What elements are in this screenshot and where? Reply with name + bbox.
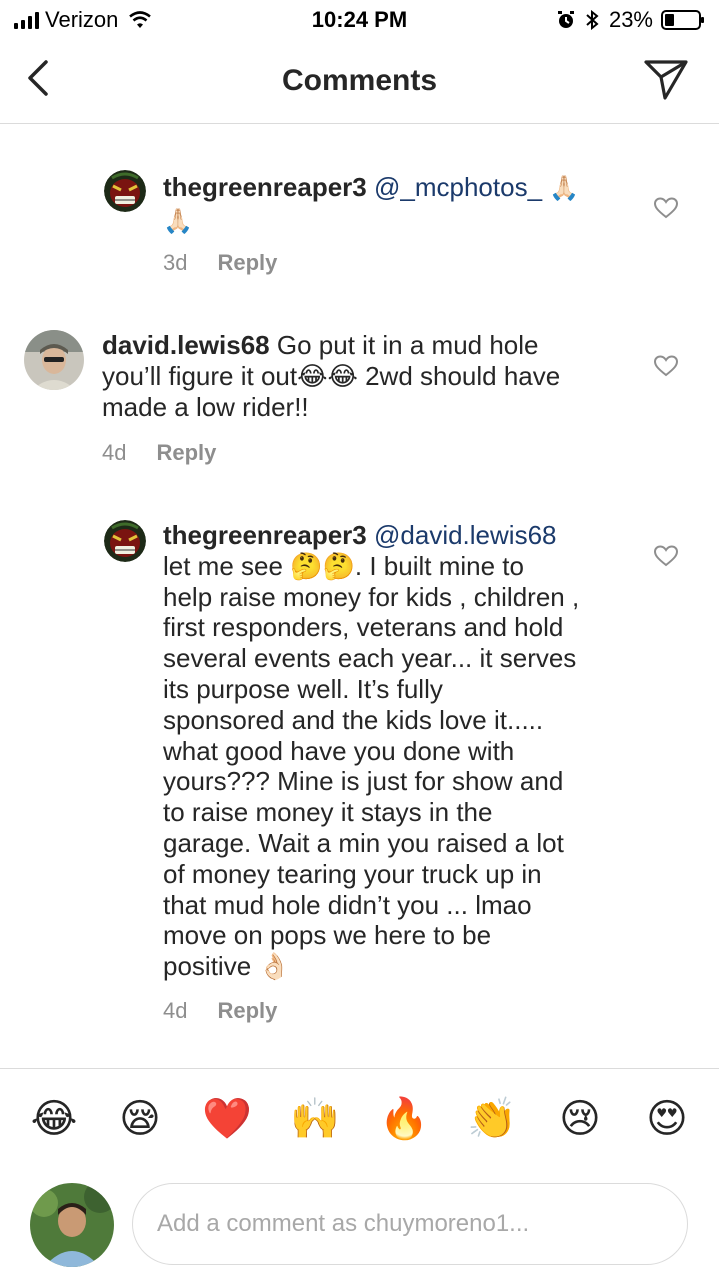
quick-reaction-heart[interactable]: ❤️	[199, 1091, 255, 1147]
battery-percent: 23%	[608, 7, 653, 32]
alarm-icon	[557, 11, 574, 28]
comment-line: you’ll figure it out😂😂 2wd should have	[102, 360, 561, 391]
send-icon[interactable]	[643, 58, 689, 100]
comments-screen: Verizon 10:24 PM 23% Comments thegreenre…	[0, 0, 719, 1279]
comment-mention[interactable]: @david.lewis68	[374, 520, 556, 550]
quick-reaction-heart-eyes[interactable]: 😍	[639, 1091, 695, 1147]
comment-meta: 4d Reply	[102, 440, 216, 466]
comment-item: thegreenreaper3 @david.lewis68 let me se…	[0, 510, 719, 1030]
comment-meta: 3d Reply	[163, 250, 277, 276]
quick-reaction-sleepy[interactable]: 😪	[112, 1091, 168, 1147]
comment-line: made a low rider!!	[102, 391, 309, 422]
comment-line: first responders, veterans and hold	[163, 612, 564, 643]
comment-input[interactable]	[132, 1183, 688, 1265]
quick-reaction-row: 😂 😪 ❤️ 🙌 🔥 👏 😢 😍	[0, 1091, 719, 1151]
comment-line: move on pops we here to be	[163, 920, 492, 951]
comment-time: 4d	[102, 440, 127, 465]
comment-username[interactable]: david.lewis68	[102, 330, 270, 360]
bluetooth-icon	[586, 10, 599, 30]
comment-item: thegreenreaper3 @_mcphotos_ 🙏🏻 🙏🏻 3d Rep…	[0, 160, 719, 280]
comment-username[interactable]: thegreenreaper3	[163, 172, 367, 202]
comment-line: help raise money for kids , children ,	[163, 581, 580, 612]
reply-button[interactable]: Reply	[217, 250, 277, 276]
comment-line: that mud hole didn’t you ... lmao	[163, 889, 532, 920]
quick-reaction-raised-hands[interactable]: 🙌	[287, 1091, 343, 1147]
comment-emoji: 🙏🏻	[163, 207, 193, 235]
comment-line: what good have you done with	[163, 735, 515, 766]
comment-meta: 4d Reply	[163, 998, 277, 1024]
reply-button[interactable]: Reply	[156, 440, 216, 466]
comment-line: its purpose well. It’s fully	[163, 673, 443, 704]
comment-line: of money tearing your truck up in	[163, 858, 542, 889]
comment-line: garage. Wait a min you raised a lot	[163, 827, 564, 858]
page-title: Comments	[281, 64, 438, 97]
my-avatar	[30, 1183, 114, 1267]
comment-text: thegreenreaper3 @_mcphotos_ 🙏🏻 🙏🏻	[163, 172, 623, 238]
comment-time: 3d	[163, 250, 188, 275]
battery-icon	[661, 10, 704, 30]
comment-time: 4d	[163, 998, 188, 1023]
comment-username[interactable]: thegreenreaper3	[163, 520, 367, 550]
quick-reaction-clapping[interactable]: 👏	[464, 1091, 520, 1147]
reply-button[interactable]: Reply	[217, 998, 277, 1024]
comment-text: david.lewis68 Go put it in a mud hole yo…	[102, 330, 632, 422]
comment-line: let me see 🤔🤔. I built mine to	[163, 550, 524, 581]
heart-icon[interactable]	[653, 544, 679, 568]
status-bar: Verizon 10:24 PM 23%	[0, 0, 719, 40]
quick-reaction-laughing[interactable]: 😂	[26, 1091, 82, 1147]
comment-line: sponsored and the kids love it.....	[163, 704, 544, 735]
quick-reaction-crying[interactable]: 😢	[552, 1091, 608, 1147]
comment-emoji: 🙏🏻	[549, 175, 580, 202]
quick-reaction-fire[interactable]: 🔥	[376, 1091, 432, 1147]
heart-icon[interactable]	[653, 196, 679, 220]
comment-line: to raise money it stays in the	[163, 797, 493, 828]
comment-line: several events each year... it serves	[163, 643, 577, 674]
comment-composer-bar: 😂 😪 ❤️ 🙌 🔥 👏 😢 😍	[0, 1068, 719, 1279]
comment-item: david.lewis68 Go put it in a mud hole yo…	[0, 320, 719, 480]
comment-line: yours??? Mine is just for show and	[163, 766, 564, 797]
comment-mention[interactable]: @_mcphotos_	[374, 172, 542, 202]
status-right: 23%	[557, 7, 705, 33]
avatar[interactable]	[104, 170, 146, 212]
comment-line: Go put it in a mud hole	[276, 330, 539, 360]
comment-text: thegreenreaper3 @david.lewis68 let me se…	[163, 520, 633, 982]
nav-bar: Comments	[0, 40, 719, 124]
comment-line: positive 👌🏻	[163, 951, 291, 982]
avatar[interactable]	[24, 330, 84, 390]
avatar[interactable]	[104, 520, 146, 562]
heart-icon[interactable]	[653, 354, 679, 378]
